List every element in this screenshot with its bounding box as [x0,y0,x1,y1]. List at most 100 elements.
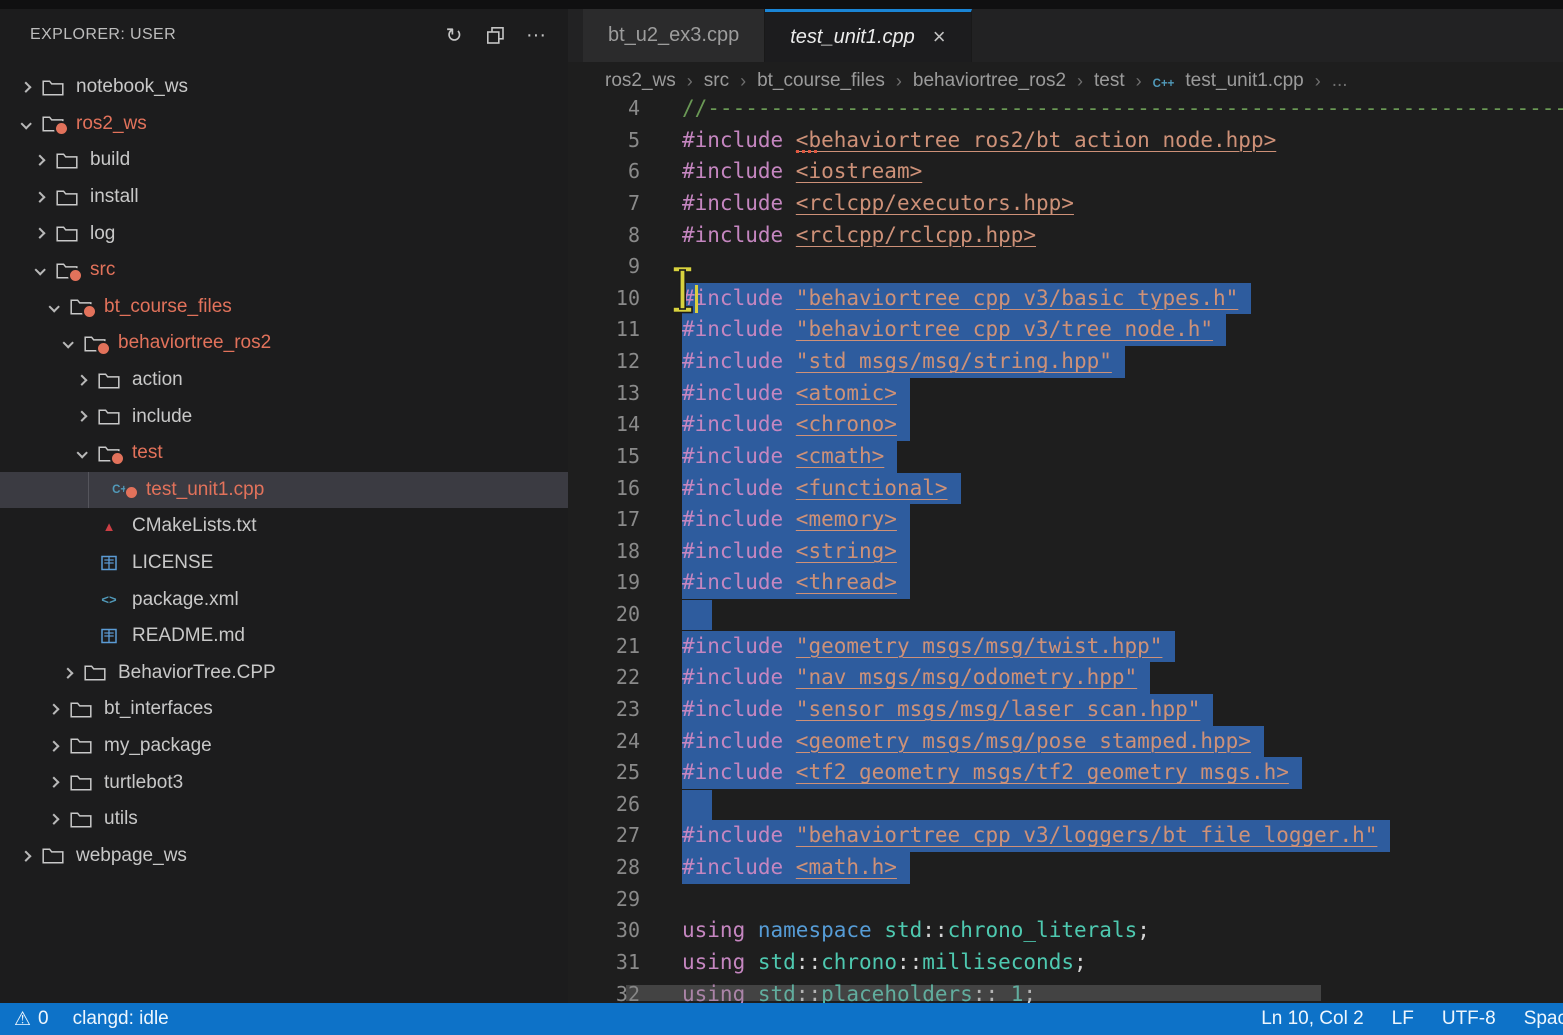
folder-icon [52,189,82,206]
line-number: 9 [568,251,640,283]
tree-item-behaviortree_ros2[interactable]: behaviortree_ros2 [0,325,568,362]
tree-item-webpage_ws[interactable]: webpage_ws [0,837,568,874]
book-file-icon [94,628,124,644]
code-line[interactable]: 12#include "std_msgs/msg/string.hpp" [568,346,1563,378]
code-line[interactable]: 5#include <behaviortree_ros2/bt_action_n… [568,125,1563,157]
code-line[interactable]: 13#include <atomic> [568,378,1563,410]
code-editor[interactable]: 4//-------------------------------------… [568,93,1563,1003]
tab-bt_u2_ex3.cpp[interactable]: bt_u2_ex3.cpp [583,9,765,62]
code-line[interactable]: 14#include <chrono> [568,409,1563,441]
code-line[interactable]: 24#include <geometry_msgs/msg/pose_stamp… [568,726,1563,758]
code-line[interactable]: 7#include <rclcpp/executors.hpp> [568,188,1563,220]
breadcrumb-item[interactable]: behaviortree_ros2 [913,70,1066,92]
folder-icon [80,335,110,352]
code-line[interactable]: 15#include <cmath> [568,441,1563,473]
tab-test_unit1.cpp[interactable]: test_unit1.cpp× [765,9,971,62]
code-text: #include <behaviortree_ros2/bt_action_no… [640,125,1276,157]
code-line[interactable]: 17#include <memory> [568,504,1563,536]
window-top-edge [0,0,1563,9]
code-line[interactable]: 22#include "nav_msgs/msg/odometry.hpp" [568,662,1563,694]
tree-item-package.xml[interactable]: <>package.xml [0,581,568,618]
horizontal-scrollbar[interactable] [626,985,1321,1001]
problems-indicator[interactable]: ⚠ 0 [14,1008,49,1031]
indent-indicator[interactable]: Spac [1524,1008,1563,1030]
breadcrumb-item[interactable]: src [704,70,729,92]
encoding-indicator[interactable]: UTF-8 [1442,1008,1496,1030]
selection-highlight: #include <atomic> [682,378,910,410]
code-text [640,789,712,821]
tree-item-notebook_ws[interactable]: notebook_ws [0,69,568,106]
code-line[interactable]: 25#include <tf2_geometry_msgs/tf2_geomet… [568,757,1563,789]
code-text: #include <iostream> [640,156,922,188]
breadcrumb-item[interactable]: bt_course_files [757,70,885,92]
vscode-window: EXPLORER: USER ↻ ··· notebook_wsros2_wsb… [0,0,1563,1035]
line-number: 22 [568,662,640,694]
tree-item-src[interactable]: src [0,252,568,289]
tree-item-bt_interfaces[interactable]: bt_interfaces [0,691,568,728]
code-line[interactable]: 11#include "behaviortree_cpp_v3/tree_nod… [568,314,1563,346]
code-line[interactable]: 27#include "behaviortree_cpp_v3/loggers/… [568,820,1563,852]
breadcrumb-item[interactable]: test [1094,70,1125,92]
collapse-folders-icon[interactable] [483,23,507,47]
tree-item-log[interactable]: log [0,215,568,252]
code-line[interactable]: 23#include "sensor_msgs/msg/laser_scan.h… [568,694,1563,726]
tree-item-label: webpage_ws [76,845,187,867]
folder-icon [66,811,96,828]
code-text: #include "behaviortree_cpp_v3/loggers/bt… [640,820,1390,852]
breadcrumb-separator: › [687,71,693,92]
code-line[interactable]: 31using std::chrono::milliseconds; [568,947,1563,979]
tree-item-include[interactable]: include [0,398,568,435]
tree-item-test[interactable]: test [0,435,568,472]
breadcrumb-item[interactable]: ros2_ws [605,70,676,92]
line-number: 17 [568,504,640,536]
tree-item-ros2_ws[interactable]: ros2_ws [0,106,568,143]
refresh-icon[interactable]: ↻ [442,23,466,47]
tree-item-CMakeLists.txt[interactable]: ▲CMakeLists.txt [0,508,568,545]
code-text: #include <chrono> [640,409,910,441]
code-line[interactable]: 20 [568,599,1563,631]
code-text: #include "sensor_msgs/msg/laser_scan.hpp… [640,694,1213,726]
breadcrumb-item[interactable]: test_unit1.cpp [1185,70,1303,92]
breadcrumb-item[interactable]: ... [1332,70,1348,92]
tree-item-label: test [132,442,163,464]
cursor-position[interactable]: Ln 10, Col 2 [1261,1008,1363,1030]
tree-item-README.md[interactable]: README.md [0,618,568,655]
code-line[interactable]: 10#include "behaviortree_cpp_v3/basic_ty… [568,283,1563,315]
mouse-ibeam-cursor [670,265,695,319]
more-actions-icon[interactable]: ··· [524,23,548,47]
code-line[interactable]: 16#include <functional> [568,473,1563,505]
clangd-status[interactable]: clangd: idle [73,1008,169,1030]
tree-item-build[interactable]: build [0,142,568,179]
code-line[interactable]: 6#include <iostream> [568,156,1563,188]
tab-close-icon[interactable]: × [933,26,946,48]
tree-item-action[interactable]: action [0,362,568,399]
tree-item-turtlebot3[interactable]: turtlebot3 [0,764,568,801]
code-line[interactable]: 21#include "geometry_msgs/msg/twist.hpp" [568,631,1563,663]
cpp-file-icon: C++ [108,484,138,496]
code-line[interactable]: 9 [568,251,1563,283]
breadcrumb-separator: › [1077,71,1083,92]
folder-icon [38,79,68,96]
tree-item-BehaviorTree.CPP[interactable]: BehaviorTree.CPP [0,655,568,692]
code-text: #include "std_msgs/msg/string.hpp" [640,346,1125,378]
tree-item-bt_course_files[interactable]: bt_course_files [0,289,568,326]
tree-item-utils[interactable]: utils [0,801,568,838]
file-tree: notebook_wsros2_wsbuildinstalllogsrcbt_c… [0,69,568,874]
eol-indicator[interactable]: LF [1392,1008,1414,1030]
code-line[interactable]: 18#include <string> [568,536,1563,568]
code-text: #include <rclcpp/rclcpp.hpp> [640,220,1036,252]
code-line[interactable]: 4//-------------------------------------… [568,93,1563,125]
tree-item-my_package[interactable]: my_package [0,728,568,765]
code-line[interactable]: 29 [568,884,1563,916]
problem-badge [68,268,83,283]
code-line[interactable]: 26 [568,789,1563,821]
tree-item-LICENSE[interactable]: LICENSE [0,545,568,582]
code-line[interactable]: 19#include <thread> [568,567,1563,599]
code-text: #include "behaviortree_cpp_v3/tree_node.… [640,314,1226,346]
tree-item-test_unit1.cpp[interactable]: C++test_unit1.cpp [0,472,568,509]
line-number: 24 [568,726,640,758]
code-line[interactable]: 30using namespace std::chrono_literals; [568,915,1563,947]
code-line[interactable]: 8#include <rclcpp/rclcpp.hpp> [568,220,1563,252]
tree-item-install[interactable]: install [0,179,568,216]
code-line[interactable]: 28#include <math.h> [568,852,1563,884]
